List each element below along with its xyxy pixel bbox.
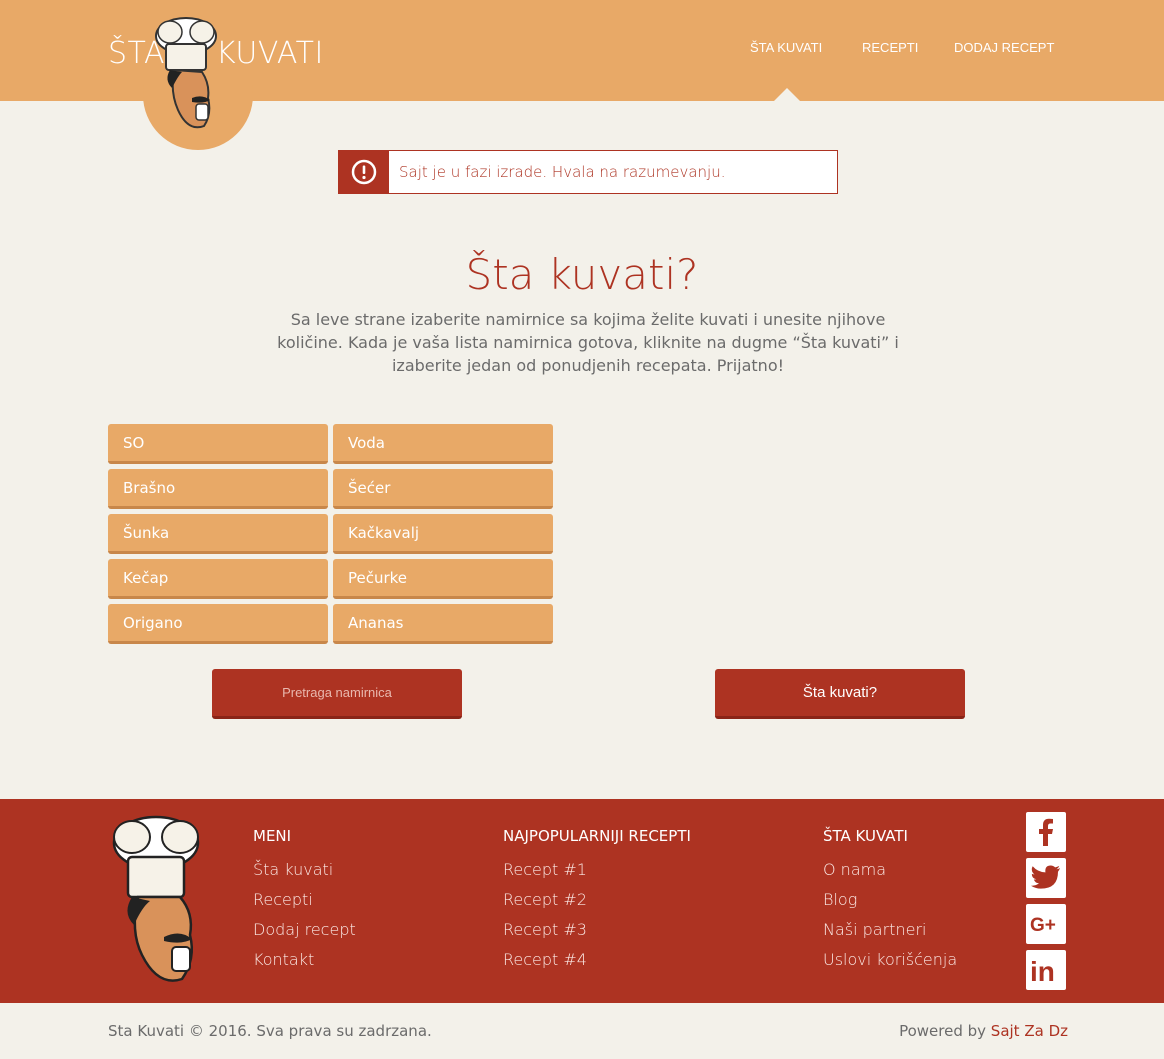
ingredient-button[interactable]: Kačkavalj — [333, 514, 553, 554]
page-title: Šta kuvati? — [465, 250, 699, 299]
footer-popular-title: NAJPOPULARNIJI RECEPTI — [503, 827, 691, 845]
footer-link-recepti[interactable]: Recepti — [253, 885, 356, 915]
chef-logo-icon[interactable] — [152, 14, 220, 138]
chef-logo-icon — [112, 815, 200, 982]
footer-menu-title: MENI — [253, 827, 292, 845]
page-description: Sa leve strane izaberite namirnice sa ko… — [277, 310, 899, 375]
facebook-button[interactable] — [1026, 812, 1066, 852]
footer-link-recept-1[interactable]: Recept #1 — [503, 855, 691, 885]
google-plus-icon: G+ — [1030, 915, 1056, 935]
site-footer: MENI Šta kuvati Recepti Dodaj recept Kon… — [0, 799, 1164, 1003]
ingredient-button[interactable]: Pečurke — [333, 559, 553, 599]
ingredient-button[interactable]: SO — [108, 424, 328, 464]
nav-sta-kuvati[interactable]: ŠTA KUVATI — [750, 40, 822, 60]
alert-icon-box — [339, 151, 389, 193]
ingredient-button[interactable]: Šunka — [108, 514, 328, 554]
ingredient-button[interactable]: Voda — [333, 424, 553, 464]
footer-link-recept-4[interactable]: Recept #4 — [503, 945, 691, 975]
alert-text: Sajt je u fazi izrade. Hvala na razumeva… — [399, 163, 726, 181]
twitter-button[interactable] — [1026, 858, 1066, 898]
footer-about-column: ŠTA KUVATI O nama Blog Naši partneri Usl… — [823, 827, 957, 975]
ingredient-button[interactable]: Šećer — [333, 469, 553, 509]
nav-recepti[interactable]: RECEPTI — [862, 40, 918, 60]
search-ingredients-button[interactable]: Pretraga namirnica — [212, 669, 462, 719]
footer-about-title: ŠTA KUVATI — [823, 827, 908, 845]
svg-text:in: in — [1030, 956, 1055, 984]
footer-link-blog[interactable]: Blog — [823, 885, 957, 915]
ingredient-button[interactable]: Origano — [108, 604, 328, 644]
sta-kuvati-button[interactable]: Šta kuvati? — [715, 669, 965, 719]
footer-link-partneri[interactable]: Naši partneri — [823, 915, 957, 945]
footer-popular-column: NAJPOPULARNIJI RECEPTI Recept #1 Recept … — [503, 827, 691, 975]
active-nav-indicator — [774, 88, 800, 101]
footer-menu-column: MENI Šta kuvati Recepti Dodaj recept Kon… — [253, 827, 356, 975]
google-plus-button[interactable]: G+ — [1026, 904, 1066, 944]
exclamation-circle-icon — [351, 159, 377, 185]
twitter-icon — [1031, 865, 1060, 889]
footer-link-o-nama[interactable]: O nama — [823, 855, 957, 885]
svg-text:G+: G+ — [1030, 915, 1056, 935]
facebook-icon — [1039, 818, 1053, 846]
powered-by-label: Powered by — [899, 1022, 991, 1040]
ingredient-button[interactable]: Ananas — [333, 604, 553, 644]
footer-link-kontakt[interactable]: Kontakt — [253, 945, 356, 975]
linkedin-icon: in — [1030, 956, 1055, 984]
nav-dodaj-recept[interactable]: DODAJ RECEPT — [954, 40, 1054, 60]
footer-link-uslovi[interactable]: Uslovi korišćenja — [823, 945, 957, 975]
powered-by-link[interactable]: Sajt Za Dz — [991, 1022, 1068, 1040]
footer-link-sta-kuvati[interactable]: Šta kuvati — [253, 855, 356, 885]
linkedin-button[interactable]: in — [1026, 950, 1066, 990]
powered-by: Powered by Sajt Za Dz — [899, 1022, 1068, 1040]
construction-alert: Sajt je u fazi izrade. Hvala na razumeva… — [338, 150, 838, 194]
logo-text-right[interactable]: KUVATI — [216, 36, 324, 71]
footer-link-dodaj-recept[interactable]: Dodaj recept — [253, 915, 356, 945]
copyright-text: Sta Kuvati © 2016. Sva prava su zadrzana… — [108, 1022, 432, 1040]
logo-text-left[interactable]: ŠTA — [108, 36, 165, 71]
ingredient-button[interactable]: Kečap — [108, 559, 328, 599]
footer-link-recept-2[interactable]: Recept #2 — [503, 885, 691, 915]
footer-link-recept-3[interactable]: Recept #3 — [503, 915, 691, 945]
ingredient-button[interactable]: Brašno — [108, 469, 328, 509]
